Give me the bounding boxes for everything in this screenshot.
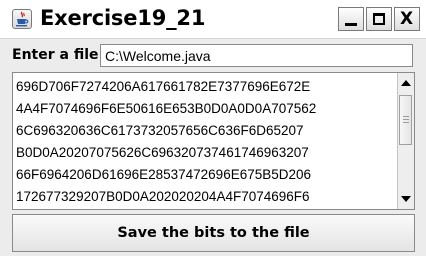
- vertical-scrollbar[interactable]: [397, 73, 414, 209]
- grip-line: [403, 116, 409, 117]
- hex-text-area[interactable]: 696D706F7274206A617661782E7377696E672E 4…: [12, 72, 415, 210]
- grip-line: [403, 119, 409, 120]
- java-cup-icon: [12, 9, 32, 29]
- minimize-icon: [345, 23, 357, 26]
- hex-line: 6C696320636C6173732057656C636F6D65207: [16, 123, 304, 138]
- file-label: Enter a file: [12, 47, 99, 63]
- grip-line: [403, 122, 409, 123]
- window-title: Exercise19_21: [40, 6, 206, 30]
- minimize-button[interactable]: [338, 7, 364, 31]
- app-window: Exercise19_21 X Enter a file 696D706F727…: [0, 0, 426, 256]
- save-bits-button[interactable]: Save the bits to the file: [12, 214, 415, 252]
- file-row: Enter a file: [12, 44, 414, 68]
- scroll-down-arrow-icon[interactable]: [398, 191, 414, 207]
- hex-line: 172677329207B0D0A202020204A4F7074696F6: [16, 189, 310, 204]
- hex-line: 4A4F7074696F6E50616E653B0D0A0D0A707562: [16, 101, 317, 116]
- close-button[interactable]: X: [394, 7, 420, 31]
- hex-lines: 696D706F7274206A617661782E7377696E672E 4…: [16, 76, 396, 208]
- hex-line: 66F6964206D61696E28537472696E675B5D206: [16, 167, 312, 182]
- maximize-icon: [373, 13, 385, 25]
- scroll-up-arrow-icon[interactable]: [398, 75, 414, 91]
- scroll-thumb[interactable]: [399, 95, 412, 145]
- file-path-input[interactable]: [100, 44, 413, 67]
- hex-line: B0D0A20207075626C696320737461746963207: [16, 145, 309, 160]
- title-bar[interactable]: Exercise19_21 X: [0, 0, 426, 39]
- maximize-button[interactable]: [366, 7, 392, 31]
- close-icon: X: [400, 9, 414, 29]
- hex-line: 696D706F7274206A617661782E7377696E672E: [16, 79, 311, 94]
